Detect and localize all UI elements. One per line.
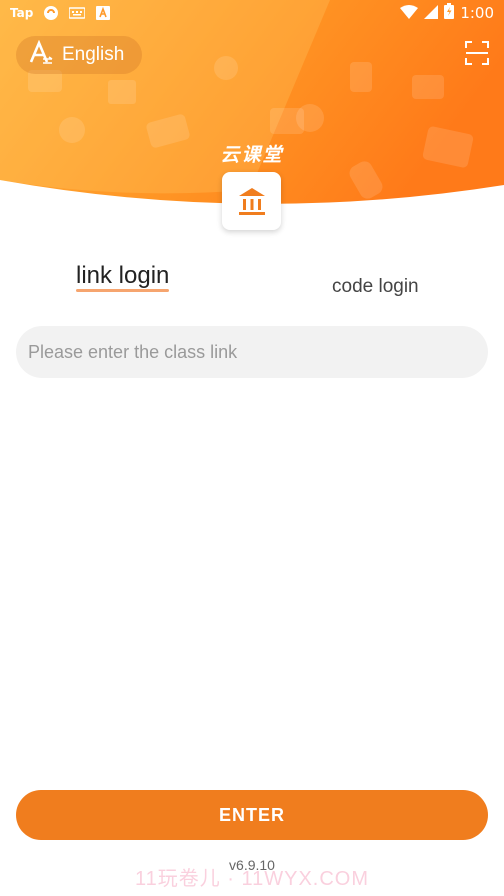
- translate-icon: [28, 39, 54, 70]
- enter-button[interactable]: ENTER: [16, 790, 488, 840]
- tab-link-login-label: link login: [76, 262, 170, 289]
- class-link-input[interactable]: [16, 326, 488, 378]
- language-button[interactable]: English: [16, 36, 142, 74]
- signal-icon: [424, 4, 439, 23]
- version-label: v6.9.10: [229, 857, 275, 873]
- wifi-icon: [400, 4, 419, 23]
- tab-link-login[interactable]: link login: [76, 262, 170, 292]
- tab-code-login-label: code login: [332, 276, 419, 297]
- brand-title: 云课堂: [220, 144, 284, 166]
- taptap-icon: Tap: [10, 6, 34, 20]
- school-logo: [222, 172, 281, 230]
- status-time: 1:00: [460, 4, 494, 22]
- login-tabs: link login code login: [0, 262, 504, 312]
- tab-code-login[interactable]: code login: [332, 276, 419, 298]
- status-bar: Tap 1:00: [0, 0, 504, 26]
- institution-icon: [238, 188, 265, 215]
- language-label: English: [62, 44, 125, 65]
- active-tab-indicator: [76, 289, 170, 292]
- battery-icon: [444, 3, 455, 23]
- class-link-field[interactable]: [16, 326, 488, 378]
- keyboard-icon: [69, 5, 86, 21]
- sync-icon: [43, 5, 59, 21]
- scan-icon[interactable]: [464, 40, 490, 66]
- app-a-icon: [95, 5, 111, 21]
